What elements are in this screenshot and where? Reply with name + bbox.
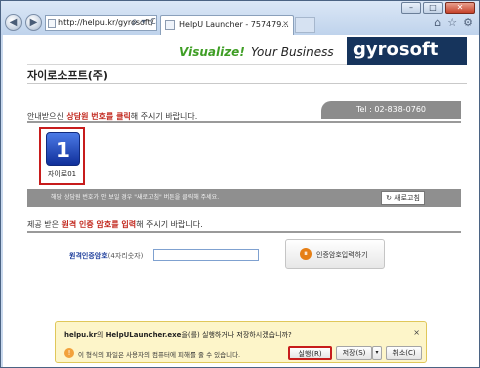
agent-name: 자이로01 xyxy=(47,170,77,178)
gear-icon[interactable]: ⚙ xyxy=(463,16,473,29)
download-notification-bar: helpu.kr의 HelpULauncher.exe을(를) 실행하거나 저장… xyxy=(55,321,427,363)
minimize-button[interactable]: – xyxy=(401,2,421,14)
run-button[interactable]: 실행(R) xyxy=(288,346,332,360)
agent-list xyxy=(27,121,461,189)
banner-slogan-green: Visualize! xyxy=(179,45,245,59)
forward-button[interactable]: ▶ xyxy=(25,14,42,31)
tab-title: HelpU Launcher - 757479... xyxy=(179,20,289,29)
download-warning: 이 형식의 파일은 사용자의 컴퓨터에 피해를 줄 수 있습니다. xyxy=(78,351,241,359)
save-dropdown-button[interactable]: ▾ xyxy=(372,346,382,360)
web-page: Visualize! Your Business gyrosoft 자이로소프트… xyxy=(3,35,479,367)
warning-shield-icon: ! xyxy=(64,348,74,358)
toolbar-icons: ⌂ ☆ ⚙ xyxy=(434,16,473,29)
new-tab-button[interactable] xyxy=(295,17,315,33)
submit-auth-label: 인증암호입력하기 xyxy=(316,251,368,259)
back-button[interactable]: ◀ xyxy=(5,14,22,31)
key-icon: ⏸ xyxy=(300,248,312,260)
submit-auth-button[interactable]: ⏸ 인증암호입력하기 xyxy=(285,239,385,269)
auth-code-input[interactable] xyxy=(153,249,259,261)
auth-section-title: 제공 받은 원격 인증 암호를 입력해 주시기 바랍니다. xyxy=(27,220,203,229)
agent-number-tile[interactable]: 1 xyxy=(46,132,80,166)
browser-toolbar: – □ ✕ ◀ ▶ http://helpu.kr/gyrosoft/ ρ ▾ … xyxy=(1,1,479,35)
star-icon[interactable]: ☆ xyxy=(447,16,457,29)
divider xyxy=(27,83,467,84)
download-message: helpu.kr의 HelpULauncher.exe을(를) 실행하거나 저장… xyxy=(64,331,292,339)
page-icon xyxy=(48,19,56,28)
tab-favicon-icon xyxy=(165,20,175,30)
browser-window: – □ ✕ ◀ ▶ http://helpu.kr/gyrosoft/ ρ ▾ … xyxy=(0,0,480,368)
agent-button[interactable]: 1 자이로01 xyxy=(39,127,85,185)
auth-section xyxy=(27,231,461,307)
refresh-button[interactable]: ↻ 새로고침 xyxy=(381,191,425,205)
cancel-button[interactable]: 취소(C) xyxy=(386,346,422,360)
tel-label: Tel : 02-838-0760 xyxy=(321,101,461,119)
auth-code-label: 원격인증암호(4자리숫자) xyxy=(69,252,144,260)
company-name: 자이로소프트(주) xyxy=(27,69,108,82)
header-banner: Visualize! Your Business gyrosoft xyxy=(27,37,467,65)
tab-close-icon[interactable]: × xyxy=(282,19,289,28)
refresh-icon: ↻ xyxy=(386,194,392,202)
home-icon[interactable]: ⌂ xyxy=(434,16,441,29)
save-button[interactable]: 저장(S) xyxy=(336,346,372,360)
gyrosoft-logo: gyrosoft xyxy=(347,37,467,65)
browser-tab[interactable]: HelpU Launcher - 757479... × xyxy=(160,15,294,35)
maximize-button[interactable]: □ xyxy=(423,2,443,14)
banner-slogan-dark: Your Business xyxy=(251,45,334,59)
forward-arrow-icon: ▶ xyxy=(29,17,38,28)
close-icon[interactable]: × xyxy=(413,328,420,337)
back-arrow-icon: ◀ xyxy=(9,17,18,28)
window-buttons: – □ ✕ xyxy=(401,2,475,14)
close-window-button[interactable]: ✕ xyxy=(445,2,475,14)
